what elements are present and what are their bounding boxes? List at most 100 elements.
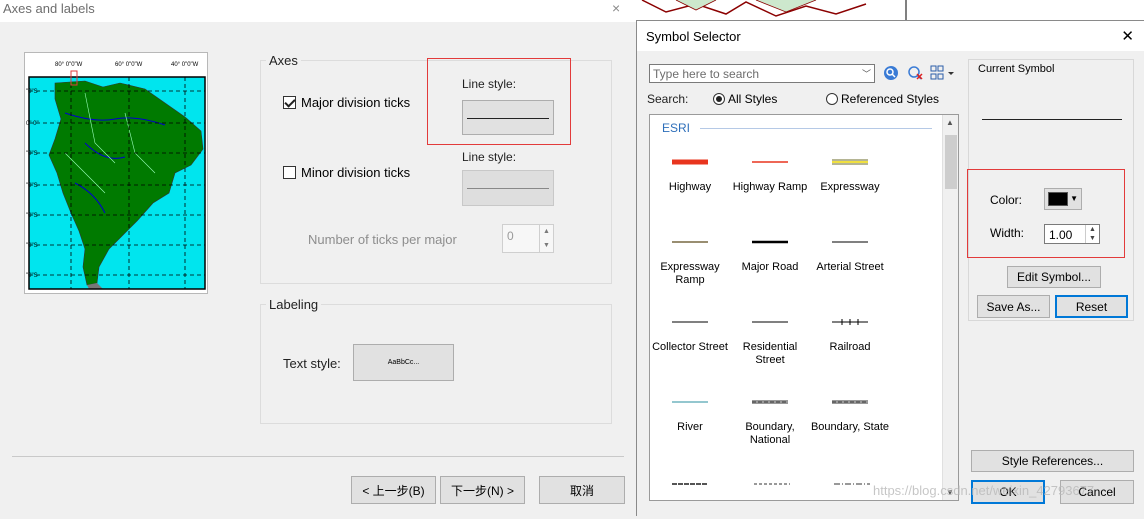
map-label-top-1: 60° 0"0"W: [115, 62, 143, 68]
symbol-preview: [752, 161, 788, 163]
search-scope-label: Search:: [647, 92, 689, 106]
back-button[interactable]: < 上一步(B): [351, 476, 436, 504]
color-label: Color:: [990, 193, 1023, 207]
symbol-item[interactable]: Boundary, State: [810, 397, 890, 449]
symbol-item[interactable]: Major Road: [730, 237, 810, 289]
symbol-item[interactable]: Highway: [650, 157, 730, 209]
scope-all-label: All Styles: [728, 92, 778, 106]
symbol-name: River: [677, 421, 703, 433]
search-placeholder: Type here to search: [653, 67, 760, 81]
labeling-group-label: Labeling: [266, 297, 322, 312]
minor-ticks-label: Minor division ticks: [301, 165, 411, 180]
watermark-text: https://blog.csdn.net/weixin_42793677: [873, 483, 1095, 498]
scope-referenced-styles[interactable]: Referenced Styles: [826, 92, 939, 106]
width-input[interactable]: 1.00 ▲ ▼: [1044, 224, 1100, 244]
minor-ticks-checkbox[interactable]: [283, 166, 296, 179]
symbol-selector-close-icon[interactable]: ✕: [1121, 27, 1134, 45]
wizard-title-bar: Axes and labels ×: [0, 0, 636, 22]
map-label-left-4: "0"S: [26, 213, 38, 219]
minor-line-style-label: Line style:: [462, 150, 517, 164]
wizard-close-icon[interactable]: ×: [612, 0, 620, 16]
current-symbol-preview: [982, 119, 1122, 120]
properties-highlight-box: [967, 169, 1125, 258]
search-dropdown-icon[interactable]: ﹀: [862, 67, 871, 80]
save-as-button[interactable]: Save As...: [977, 295, 1050, 318]
symbol-preview: [832, 159, 868, 165]
scope-all-radio[interactable]: [713, 93, 725, 105]
spin-down-icon[interactable]: ▼: [540, 239, 553, 253]
symbol-item[interactable]: Residential Street: [730, 317, 810, 369]
wizard-title: Axes and labels: [3, 1, 95, 16]
symbol-item[interactable]: Collector Street: [650, 317, 730, 369]
color-dropdown-icon: ▼: [1070, 194, 1078, 203]
symbol-preview: [832, 241, 868, 243]
symbol-name: Boundary, National: [745, 421, 795, 446]
scroll-thumb[interactable]: [945, 135, 957, 189]
symbol-preview: [752, 240, 788, 244]
symbol-name: Railroad: [829, 341, 871, 353]
wizard-cancel-button[interactable]: 取消: [539, 476, 625, 504]
color-picker-button[interactable]: ▼: [1044, 188, 1082, 210]
map-label-left-5: "0"S: [26, 243, 38, 249]
text-style-button[interactable]: AaBbCc...: [353, 344, 454, 381]
symbol-preview: [672, 159, 708, 165]
major-ticks-checkbox[interactable]: [283, 96, 296, 109]
map-label-left-1: 0" 0": [26, 121, 39, 127]
symbol-item[interactable]: Expressway Ramp: [650, 237, 730, 289]
separator: [12, 456, 624, 457]
scope-referenced-radio[interactable]: [826, 93, 838, 105]
symbol-item[interactable]: Arterial Street: [810, 237, 890, 289]
symbol-preview: [752, 321, 788, 323]
south-america-map-image: [28, 70, 206, 290]
major-ticks-label: Major division ticks: [301, 95, 411, 110]
scope-all-styles[interactable]: All Styles: [713, 92, 777, 106]
symbol-search-input[interactable]: Type here to search ﹀: [649, 64, 875, 83]
minor-line-style-button[interactable]: [462, 170, 554, 206]
map-label-left-6: "0"S: [26, 273, 38, 279]
clear-search-icon[interactable]: [907, 65, 923, 81]
symbol-item[interactable]: Boundary, National: [730, 397, 810, 449]
symbol-name: Collector Street: [652, 341, 728, 353]
symbol-preview: [832, 319, 868, 325]
axes-group-label: Axes: [266, 53, 301, 68]
next-button[interactable]: 下一步(N) >: [440, 476, 525, 504]
width-up-icon[interactable]: ▲: [1086, 225, 1099, 234]
width-down-icon[interactable]: ▼: [1086, 234, 1099, 243]
edit-symbol-button[interactable]: Edit Symbol...: [1007, 266, 1101, 288]
symbol-item[interactable]: Expressway: [810, 157, 890, 209]
spin-up-icon[interactable]: ▲: [540, 225, 553, 239]
map-label-left-3: "0"S: [26, 183, 38, 189]
minor-ticks-checkbox-row[interactable]: Minor division ticks: [283, 165, 410, 180]
reset-button[interactable]: Reset: [1055, 295, 1128, 318]
symbol-preview: [672, 241, 708, 243]
map-label-top-2: 40° 0"0"W: [171, 62, 199, 68]
symbol-name: Highway: [668, 181, 712, 193]
current-symbol-label: Current Symbol: [978, 63, 1055, 75]
symbol-item[interactable]: Railroad: [810, 317, 890, 369]
symbol-list[interactable]: ESRI Highway Highway Ramp Expressway Expres…: [649, 114, 959, 501]
text-style-sample: AaBbCc...: [387, 359, 420, 366]
search-icon[interactable]: [883, 65, 899, 81]
scope-referenced-label: Referenced Styles: [841, 92, 940, 106]
symbol-preview: [752, 400, 788, 404]
scroll-up-icon[interactable]: ▲: [946, 118, 954, 127]
symbol-list-scrollbar[interactable]: ▲ ▼: [942, 115, 958, 500]
map-label-top-0: 80° 0"0"W: [55, 62, 83, 68]
symbol-item[interactable]: River: [650, 397, 730, 449]
view-options-icon[interactable]: [930, 65, 956, 81]
style-references-button[interactable]: Style References...: [971, 450, 1134, 472]
ticks-per-major-spinner[interactable]: 0 ▲ ▼: [502, 224, 554, 253]
symbol-preview: [672, 321, 708, 323]
style-group-divider: [700, 128, 932, 129]
map-preview: 80° 0"0"W 60° 0"0"W 40° 0"0"W "0"S 0" 0"…: [24, 52, 208, 294]
symbol-item[interactable]: Highway Ramp: [730, 157, 810, 209]
major-ticks-checkbox-row[interactable]: Major division ticks: [283, 95, 410, 110]
symbol-name: Boundary, State: [810, 421, 890, 433]
color-swatch: [1048, 192, 1068, 206]
style-group-name: ESRI: [662, 121, 691, 135]
symbol-selector-dialog: Symbol Selector ✕ Type here to search ﹀ …: [636, 20, 1144, 516]
symbol-name: Highway Ramp: [732, 181, 808, 193]
highlight-box: [427, 58, 571, 145]
symbol-selector-title: Symbol Selector: [646, 29, 741, 44]
ticks-per-major-value: 0: [507, 229, 514, 243]
